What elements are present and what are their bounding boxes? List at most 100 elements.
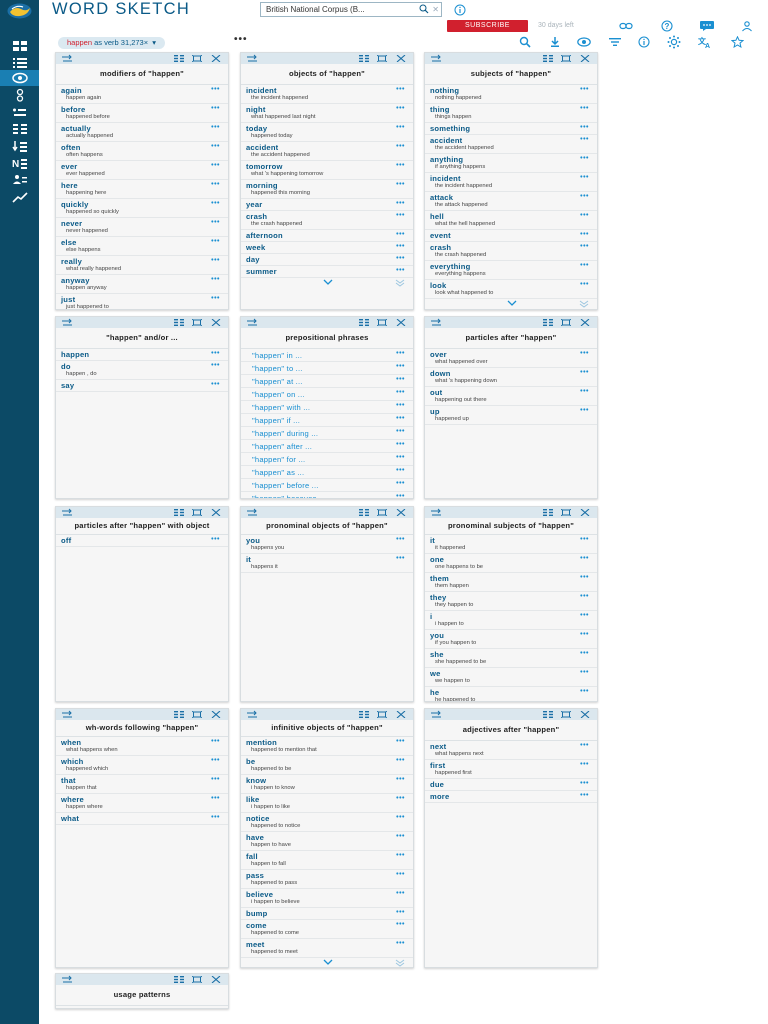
collocate-word[interactable]: thing [430, 105, 592, 114]
row-options-button[interactable]: ••• [211, 295, 220, 302]
row-options-button[interactable]: ••• [396, 86, 405, 93]
collocation-row[interactable]: "happen" because ... ••• [241, 492, 413, 499]
collocate-word[interactable]: "happen" for ... [246, 455, 408, 464]
collocation-row[interactable]: quickly happened so quickly ••• [56, 199, 228, 218]
collocation-row[interactable]: week ••• [241, 242, 413, 254]
fullscreen-icon[interactable] [192, 319, 202, 326]
row-options-button[interactable]: ••• [211, 795, 220, 802]
collocation-row[interactable]: often often happens ••• [56, 142, 228, 161]
row-options-button[interactable]: ••• [396, 757, 405, 764]
collocation-row[interactable]: year ••• [241, 199, 413, 211]
swap-icon[interactable] [430, 54, 442, 63]
collocation-row[interactable]: next what happens next ••• [425, 741, 597, 760]
collocate-word[interactable]: know [246, 776, 408, 785]
close-icon[interactable] [211, 55, 221, 62]
collocation-row[interactable]: down what 's happening down ••• [425, 368, 597, 387]
fullscreen-icon[interactable] [377, 55, 387, 62]
row-options-button[interactable]: ••• [396, 255, 405, 262]
row-options-button[interactable]: ••• [396, 480, 405, 487]
row-options-button[interactable]: ••• [396, 363, 405, 370]
fullscreen-icon[interactable] [561, 55, 571, 62]
swap-icon[interactable] [246, 710, 258, 719]
help-icon[interactable]: ? [660, 20, 674, 32]
columns-icon[interactable] [543, 711, 553, 718]
collocation-row[interactable]: just just happened to ••• [56, 294, 228, 310]
row-options-button[interactable]: ••• [396, 243, 405, 250]
columns-icon[interactable] [174, 509, 184, 516]
collocate-word[interactable]: never [61, 219, 223, 228]
settings-icon[interactable] [667, 35, 681, 49]
collocation-row[interactable]: fall happen to fall ••• [241, 851, 413, 870]
swap-icon[interactable] [246, 508, 258, 517]
collocation-row[interactable]: have happen to have ••• [241, 832, 413, 851]
row-options-button[interactable]: ••• [396, 212, 405, 219]
collocation-row[interactable]: event ••• [425, 230, 597, 242]
collocate-word[interactable]: it [430, 536, 592, 545]
fullscreen-icon[interactable] [377, 509, 387, 516]
fullscreen-icon[interactable] [377, 319, 387, 326]
row-options-button[interactable]: ••• [396, 536, 405, 543]
collocation-row[interactable]: night what happened last night ••• [241, 104, 413, 123]
collocate-word[interactable]: more [430, 792, 592, 801]
collocation-row[interactable]: actually actually happened ••• [56, 123, 228, 142]
row-options-button[interactable]: ••• [211, 238, 220, 245]
row-options-button[interactable]: ••• [211, 362, 220, 369]
collocate-word[interactable]: have [246, 833, 408, 842]
row-options-button[interactable]: ••• [580, 650, 589, 657]
collocate-word[interactable]: you [430, 631, 592, 640]
row-options-button[interactable]: ••• [396, 814, 405, 821]
collocation-row[interactable]: "happen" for ... ••• [241, 453, 413, 466]
row-options-button[interactable]: ••• [580, 212, 589, 219]
row-options-button[interactable]: ••• [211, 776, 220, 783]
collocate-word[interactable]: that [61, 776, 223, 785]
collocate-word[interactable]: accident [430, 136, 592, 145]
collocation-row[interactable]: "happen" with ... ••• [241, 401, 413, 414]
collocation-row[interactable]: here happening here ••• [56, 180, 228, 199]
row-options-button[interactable]: ••• [211, 814, 220, 821]
swap-icon[interactable] [61, 975, 73, 984]
collocate-word[interactable]: "happen" in ... [246, 351, 408, 360]
collocate-word[interactable]: where [61, 795, 223, 804]
collocate-word[interactable]: in passive [61, 1007, 223, 1009]
collocation-row[interactable]: i i happen to ••• [425, 611, 597, 630]
collocation-row[interactable]: that happen that ••• [56, 775, 228, 794]
collocate-word[interactable]: before [61, 105, 223, 114]
feedback-icon[interactable] [700, 20, 714, 32]
columns-icon[interactable] [174, 976, 184, 983]
row-options-button[interactable]: ••• [396, 555, 405, 562]
double-chevron-down-icon[interactable] [395, 959, 405, 967]
collocation-row[interactable]: up happened up ••• [425, 406, 597, 425]
sidebar-thesaurus-icon[interactable] [0, 87, 39, 103]
collocation-row[interactable]: more ••• [425, 791, 597, 803]
row-options-button[interactable]: ••• [211, 1007, 220, 1009]
row-options-button[interactable]: ••• [211, 350, 220, 357]
collocation-row[interactable]: else else happens ••• [56, 237, 228, 256]
row-options-button[interactable]: ••• [211, 219, 220, 226]
collocate-word[interactable]: else [61, 238, 223, 247]
row-options-button[interactable]: ••• [396, 921, 405, 928]
row-options-button[interactable]: ••• [396, 143, 405, 150]
corpus-info-icon[interactable] [454, 4, 466, 16]
row-options-button[interactable]: ••• [580, 231, 589, 238]
collocation-row[interactable]: really what really happened ••• [56, 256, 228, 275]
row-options-button[interactable]: ••• [211, 381, 220, 388]
row-options-button[interactable]: ••• [211, 536, 220, 543]
collocate-word[interactable]: here [61, 181, 223, 190]
collocation-row[interactable]: due ••• [425, 779, 597, 791]
collocate-word[interactable]: year [246, 200, 408, 209]
row-options-button[interactable]: ••• [580, 262, 589, 269]
collocation-row[interactable]: today happened today ••• [241, 123, 413, 142]
collocation-row[interactable]: mention happened to mention that ••• [241, 737, 413, 756]
collocate-word[interactable]: first [430, 761, 592, 770]
row-options-button[interactable]: ••• [211, 162, 220, 169]
row-options-button[interactable]: ••• [396, 871, 405, 878]
favourite-star-icon[interactable] [730, 36, 744, 48]
fullscreen-icon[interactable] [192, 711, 202, 718]
columns-icon[interactable] [359, 55, 369, 62]
collocate-word[interactable]: you [246, 536, 408, 545]
collocate-word[interactable]: "happen" because ... [246, 494, 408, 499]
collocate-word[interactable]: be [246, 757, 408, 766]
collocation-row[interactable]: before happened before ••• [56, 104, 228, 123]
collocate-word[interactable]: look [430, 281, 592, 290]
close-icon[interactable] [580, 509, 590, 516]
